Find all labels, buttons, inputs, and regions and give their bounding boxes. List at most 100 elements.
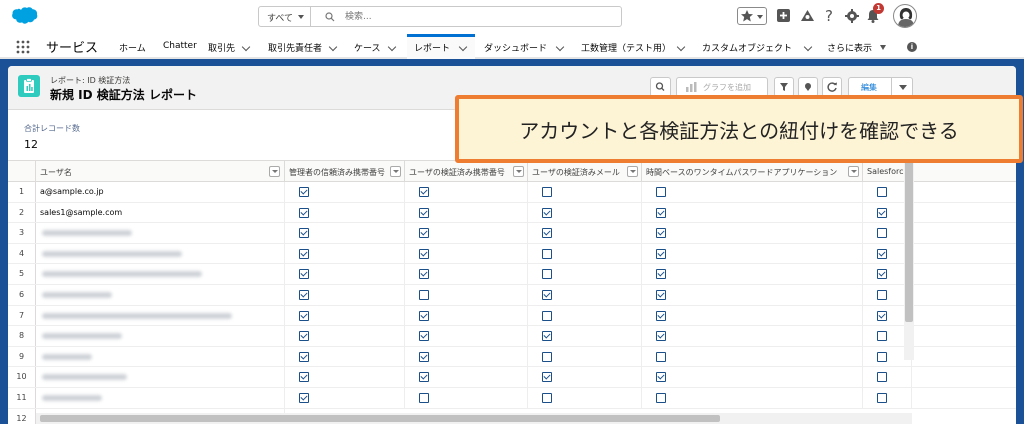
breadcrumb[interactable]: レポート: ID 検証方法	[50, 75, 130, 86]
refresh-button[interactable]	[822, 77, 842, 97]
checkbox-cell	[285, 285, 405, 305]
nav-item-dashboards[interactable]: ダッシュボード	[484, 41, 547, 54]
table-row[interactable]: 4	[8, 243, 1016, 265]
chevron-down-icon[interactable]	[328, 42, 338, 52]
column-menu-icon[interactable]	[390, 166, 401, 177]
nav-item-chatter[interactable]: Chatter	[163, 41, 197, 51]
nav-item-reports[interactable]: レポート	[414, 41, 450, 54]
checked-checkbox-icon	[299, 248, 309, 259]
search-scope-select[interactable]: すべて	[258, 6, 311, 27]
chevron-down-icon[interactable]	[555, 42, 565, 52]
add-chart-button[interactable]: グラフを追加	[676, 77, 768, 97]
info-icon[interactable]: i	[907, 42, 917, 52]
chevron-down-icon[interactable]	[387, 42, 397, 52]
nav-item-custom-object[interactable]: カスタムオブジェクト	[702, 41, 792, 54]
checked-checkbox-icon	[542, 228, 552, 239]
table-row[interactable]: 3	[8, 223, 1016, 244]
table-row[interactable]: 2 sales1@sample.com	[8, 202, 1016, 224]
global-header: すべて ? 1	[0, 0, 1024, 34]
salesforce-logo-icon[interactable]	[10, 6, 38, 26]
avatar[interactable]	[893, 4, 917, 28]
chevron-down-icon[interactable]	[880, 45, 886, 50]
chevron-down-icon[interactable]	[241, 42, 251, 52]
unchecked-checkbox-icon	[656, 393, 666, 403]
row-number: 7	[8, 305, 36, 326]
redacted-username	[42, 230, 132, 237]
favorites-button[interactable]	[737, 7, 767, 25]
checkbox-cell	[405, 223, 528, 243]
checked-checkbox-icon	[542, 372, 552, 383]
row-number: 5	[8, 264, 36, 284]
table-row[interactable]: 9	[8, 346, 1016, 368]
column-header-admin-phone[interactable]: 管理者の信頼済み携帯番号	[285, 161, 405, 183]
row-number: 2	[8, 202, 36, 223]
table-row[interactable]: 5	[8, 264, 1016, 285]
horizontal-scroll-thumb[interactable]	[40, 415, 720, 422]
table-row[interactable]: 8	[8, 326, 1016, 347]
column-header-user-phone[interactable]: ユーザの検証済み携帯番号	[405, 161, 528, 183]
redacted-username	[42, 353, 92, 360]
table-row[interactable]: 1 a@sample.co.jp	[8, 182, 1016, 203]
username-cell	[36, 264, 285, 284]
trailhead-icon[interactable]	[800, 7, 816, 25]
checkbox-cell	[642, 367, 863, 387]
filter-button[interactable]	[774, 77, 794, 97]
username-text: a@sample.co.jp	[40, 187, 104, 196]
row-number: 8	[8, 326, 36, 346]
gear-icon[interactable]	[844, 7, 860, 25]
edit-button[interactable]: 編集	[848, 77, 892, 97]
checked-checkbox-icon	[542, 290, 552, 300]
checked-checkbox-icon	[419, 372, 429, 383]
checkbox-cell	[642, 305, 863, 326]
column-header-totp[interactable]: 時間ベースのワンタイムパスワードアプリケーション	[642, 161, 863, 183]
column-menu-icon[interactable]	[848, 166, 859, 177]
search-button[interactable]	[650, 77, 671, 97]
nav-item-accounts[interactable]: 取引先	[208, 41, 235, 54]
column-menu-icon[interactable]	[513, 166, 524, 177]
table-row[interactable]: 10	[8, 367, 1016, 388]
checkbox-cell	[642, 202, 863, 223]
username-cell	[36, 388, 285, 408]
column-menu-icon[interactable]	[269, 166, 280, 177]
pin-button[interactable]	[798, 77, 818, 97]
column-header-username[interactable]: ユーザ名	[36, 161, 285, 183]
global-search[interactable]	[310, 6, 622, 27]
column-menu-icon[interactable]	[627, 166, 638, 177]
column-header-user-email[interactable]: ユーザの検証済みメール	[528, 161, 642, 183]
checked-checkbox-icon	[656, 331, 666, 342]
redacted-username	[42, 374, 127, 381]
horizontal-scrollbar[interactable]	[36, 413, 912, 424]
nav-item-more[interactable]: さらに表示	[827, 41, 872, 54]
checkbox-cell	[285, 202, 405, 223]
clipboard-icon	[24, 78, 34, 93]
checkbox-cell	[528, 264, 642, 284]
chevron-down-icon[interactable]	[803, 42, 813, 52]
checked-checkbox-icon	[877, 207, 887, 218]
app-launcher-icon[interactable]	[16, 40, 30, 54]
checkbox-cell	[405, 264, 528, 284]
unchecked-checkbox-icon	[542, 351, 552, 362]
nav-item-cases[interactable]: ケース	[354, 41, 381, 54]
table-row[interactable]: 11	[8, 388, 1016, 409]
checkbox-cell	[528, 223, 642, 243]
table-row[interactable]: 7	[8, 305, 1016, 327]
checkbox-cell	[405, 305, 528, 326]
nav-item-contacts[interactable]: 取引先責任者	[268, 41, 322, 54]
checkbox-cell	[528, 182, 642, 202]
annotation-callout: アカウントと各検証方法との紐付けを確認できる	[455, 95, 1023, 163]
add-icon[interactable]	[776, 7, 792, 25]
unchecked-checkbox-icon	[419, 290, 429, 300]
row-number: 6	[8, 285, 36, 305]
nav-item-timesheet[interactable]: 工数管理（テスト用）	[581, 41, 671, 54]
nav-item-home[interactable]: ホーム	[119, 41, 146, 54]
help-icon[interactable]: ?	[823, 7, 837, 25]
column-header-label: ユーザの検証済み携帯番号	[409, 168, 505, 177]
username-cell	[36, 346, 285, 367]
table-row[interactable]: 6	[8, 285, 1016, 306]
checkbox-cell	[405, 367, 528, 387]
search-input[interactable]	[345, 10, 605, 24]
chevron-down-icon[interactable]	[676, 42, 686, 52]
username-cell: a@sample.co.jp	[36, 182, 285, 202]
more-actions-button[interactable]	[891, 77, 913, 97]
app-nav-bar: サービス ホーム Chatter 取引先 取引先責任者 ケース レポート ダッシ…	[0, 34, 1024, 59]
